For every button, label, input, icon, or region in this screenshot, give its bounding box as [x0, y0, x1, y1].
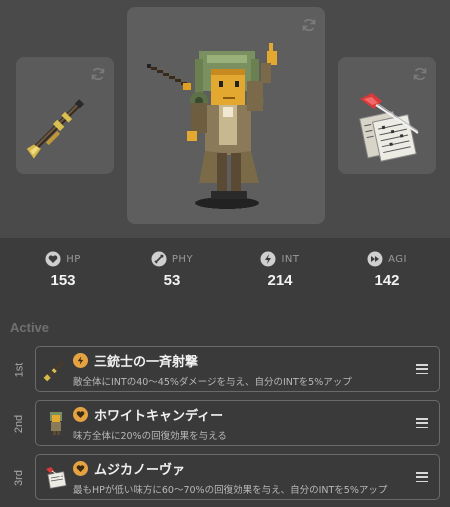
stat-hp: HP 153	[18, 250, 108, 289]
skill-card[interactable]: ムジカノーヴァ 最もHPが低い味方に60～70%の回復効果を与え、自分のINTを…	[35, 454, 440, 500]
stat-hp-value: 153	[50, 272, 76, 289]
weapon-slot-card[interactable]	[16, 57, 114, 174]
slot-rank: 2nd	[12, 414, 25, 434]
skill-card[interactable]: 三銃士の一斉射撃 敵全体にINTの40～45%ダメージを与え、自分のINTを5%…	[35, 346, 440, 392]
stat-phy-value: 53	[163, 272, 181, 289]
lightning-icon	[73, 353, 88, 368]
stat-phy: PHY 53	[127, 250, 217, 289]
musket-thumbnail-icon	[43, 360, 65, 382]
heart-icon	[73, 461, 88, 476]
skill-description: 味方全体に20%の回復効果を与える	[73, 431, 227, 442]
hamburger-icon[interactable]	[416, 364, 428, 374]
skill-card[interactable]: ホワイトキャンディー 味方全体に20%の回復効果を与える	[35, 400, 440, 446]
conductor-thumbnail-icon	[50, 412, 62, 435]
stat-int: INT 214	[235, 250, 325, 289]
stat-int-label: INT	[281, 253, 300, 265]
stat-int-value: 214	[267, 272, 293, 289]
stat-agi-label: AGI	[388, 253, 407, 265]
heart-icon	[73, 407, 88, 422]
stat-phy-label: PHY	[171, 253, 194, 265]
loadout-panel	[0, 0, 450, 238]
heart-icon	[45, 251, 61, 267]
active-section-title: Active	[10, 320, 50, 335]
accessory-slot-card[interactable]	[338, 57, 436, 174]
hamburger-icon[interactable]	[416, 418, 428, 428]
active-slot-1: 1st 三銃士の一斉射撃 敵全体にINTの40～45%ダメージを与え、自分のIN…	[0, 346, 450, 394]
conductor-character-sprite	[147, 43, 277, 209]
active-slot-3: 3rd ムジカノーヴァ 最もHPが低い味方に60～70%の回復効果を与え、自分の…	[0, 454, 450, 502]
skill-name: ムジカノーヴァ	[94, 463, 186, 478]
lightning-icon	[260, 251, 276, 267]
stat-agi: AGI 142	[342, 250, 432, 289]
sheet-music-thumbnail-icon	[46, 467, 67, 489]
slot-rank: 1st	[13, 362, 25, 378]
slot-rank: 3rd	[13, 470, 25, 486]
stats-bar: HP 153 PHY 53 INT 214 AGI 142	[0, 238, 450, 298]
sword-icon	[151, 251, 167, 267]
character-slot-card[interactable]	[127, 7, 325, 224]
stat-agi-value: 142	[374, 272, 400, 289]
musket-icon	[26, 99, 85, 159]
fast-forward-icon	[367, 251, 383, 267]
sheet-music-icon	[359, 93, 419, 162]
skill-name: ホワイトキャンディー	[94, 409, 224, 424]
active-slot-2: 2nd ホワイトキャンディー 味方全体に20%の回復効果を与える	[0, 400, 450, 448]
skill-name: 三銃士の一斉射撃	[94, 355, 199, 370]
skill-description: 最もHPが低い味方に60～70%の回復効果を与え、自分のINTを5%アップ	[73, 485, 388, 496]
hamburger-icon[interactable]	[416, 472, 428, 482]
skill-description: 敵全体にINTの40～45%ダメージを与え、自分のINTを5%アップ	[73, 377, 352, 388]
stat-hp-label: HP	[66, 253, 81, 265]
